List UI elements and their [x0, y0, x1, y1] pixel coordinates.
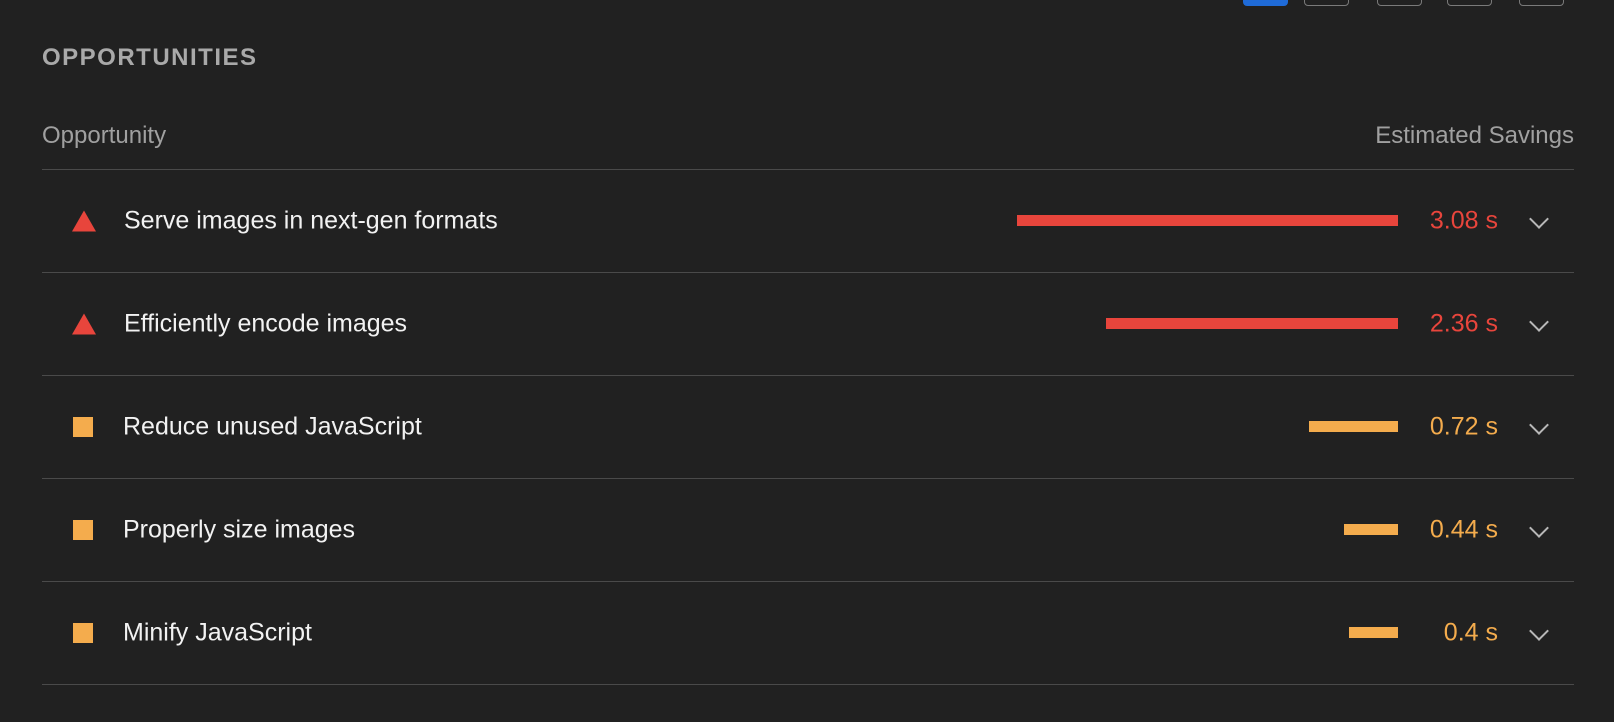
table-header: Opportunity Estimated Savings [42, 122, 1574, 170]
filter-tab[interactable] [1519, 0, 1564, 6]
opportunity-title: Minify JavaScript [123, 618, 312, 647]
square-average-icon [73, 520, 93, 540]
triangle-fail-icon [72, 313, 96, 335]
opportunity-row[interactable]: Efficiently encode images 2.36 s [42, 273, 1574, 376]
opportunity-row[interactable]: Serve images in next-gen formats 3.08 s [42, 170, 1574, 273]
opportunity-row[interactable]: Reduce unused JavaScript 0.72 s [42, 376, 1574, 479]
opportunity-title: Reduce unused JavaScript [123, 412, 422, 441]
filter-tab[interactable] [1304, 0, 1349, 6]
savings-value: 0.4 s [1443, 618, 1498, 647]
opportunities-panel: OPPORTUNITIES Opportunity Estimated Savi… [0, 0, 1614, 722]
chevron-down-icon[interactable] [1529, 518, 1549, 538]
savings-value: 3.08 s [1429, 206, 1498, 235]
chevron-down-icon[interactable] [1529, 621, 1549, 641]
top-filter-bar [0, 0, 1614, 7]
column-header-opportunity: Opportunity [42, 122, 167, 149]
square-average-icon [73, 417, 93, 437]
opportunity-title: Efficiently encode images [124, 309, 408, 338]
opportunity-list: Serve images in next-gen formats 3.08 s … [42, 170, 1574, 685]
chevron-down-icon[interactable] [1529, 312, 1549, 332]
savings-value: 0.44 s [1429, 515, 1498, 544]
column-header-estimated-savings: Estimated Savings [1375, 122, 1574, 149]
section-title: OPPORTUNITIES [42, 44, 258, 71]
chevron-down-icon[interactable] [1529, 415, 1549, 435]
savings-bar [1309, 421, 1398, 432]
savings-bar [1344, 524, 1398, 535]
triangle-fail-icon [72, 210, 96, 232]
savings-bar [1017, 215, 1398, 226]
savings-bar [1106, 318, 1398, 329]
savings-bar [1349, 627, 1398, 638]
filter-tab-active[interactable] [1243, 0, 1288, 6]
opportunity-title: Properly size images [123, 515, 356, 544]
savings-value: 0.72 s [1429, 412, 1498, 441]
filter-tab[interactable] [1377, 0, 1422, 6]
opportunity-title: Serve images in next-gen formats [124, 206, 498, 235]
chevron-down-icon[interactable] [1529, 209, 1549, 229]
savings-value: 2.36 s [1429, 309, 1498, 338]
square-average-icon [73, 623, 93, 643]
opportunity-row[interactable]: Properly size images 0.44 s [42, 479, 1574, 582]
filter-tab[interactable] [1447, 0, 1492, 6]
opportunity-row[interactable]: Minify JavaScript 0.4 s [42, 582, 1574, 685]
